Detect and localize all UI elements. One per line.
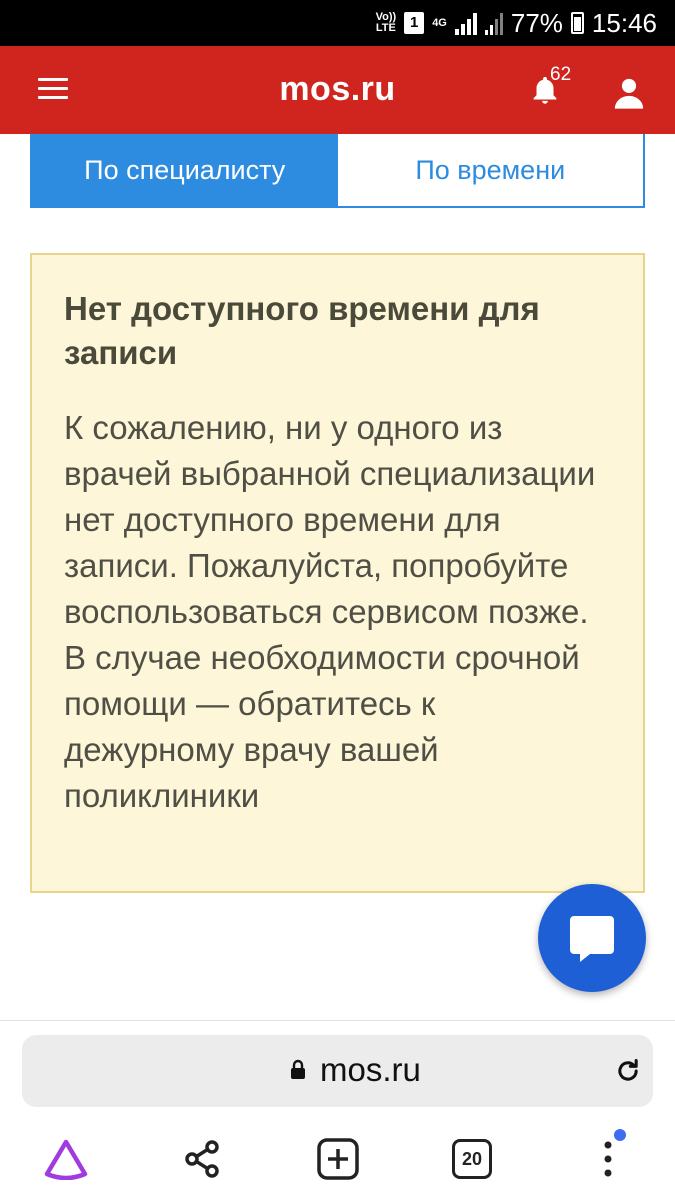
address-bar[interactable]: mos.ru bbox=[22, 1035, 653, 1107]
signal-icon-2 bbox=[484, 11, 503, 35]
tabs-count: 20 bbox=[452, 1139, 492, 1179]
alice-assistant-icon[interactable] bbox=[36, 1129, 96, 1189]
user-profile-icon[interactable] bbox=[612, 76, 646, 110]
no-slots-notice: Нет доступного времени для записи К сожа… bbox=[30, 253, 645, 893]
clock: 15:46 bbox=[591, 7, 657, 38]
browser-nav: 20 bbox=[0, 1129, 675, 1189]
tabs-icon[interactable]: 20 bbox=[442, 1129, 502, 1189]
new-tab-icon[interactable] bbox=[308, 1129, 368, 1189]
notification-count-badge: 62 bbox=[550, 64, 572, 85]
url-text: mos.ru bbox=[320, 1051, 421, 1088]
volte-icon: Vo)) LTE bbox=[375, 11, 397, 34]
chat-bubble-icon bbox=[570, 916, 614, 962]
tab-by-specialist[interactable]: По специалисту bbox=[32, 134, 338, 206]
menu-notification-dot bbox=[614, 1129, 626, 1141]
status-bar: Vo)) LTE 1 4G 77% 15:46 bbox=[0, 0, 675, 46]
app-header: mos.ru 62 bbox=[0, 46, 675, 134]
battery-icon bbox=[570, 12, 584, 34]
share-icon[interactable] bbox=[172, 1129, 232, 1189]
reload-icon[interactable] bbox=[614, 1057, 642, 1085]
sim-icon: 1 bbox=[404, 12, 425, 34]
browser-bar: mos.ru 20 bbox=[0, 1020, 675, 1200]
notice-body: К сожалению, ни у одного из врачей выбра… bbox=[64, 409, 596, 814]
lock-icon bbox=[291, 1059, 305, 1079]
chat-button[interactable] bbox=[538, 884, 646, 992]
network-type-icon: 4G bbox=[432, 17, 447, 29]
menu-icon[interactable] bbox=[578, 1129, 638, 1189]
battery-percent: 77% bbox=[510, 7, 563, 38]
notice-title: Нет доступного времени для записи bbox=[64, 290, 540, 371]
site-title[interactable]: mos.ru bbox=[0, 70, 675, 109]
search-mode-tabs: По специалисту По времени bbox=[30, 134, 645, 208]
signal-icon bbox=[454, 11, 477, 35]
tab-by-time[interactable]: По времени bbox=[337, 134, 643, 206]
